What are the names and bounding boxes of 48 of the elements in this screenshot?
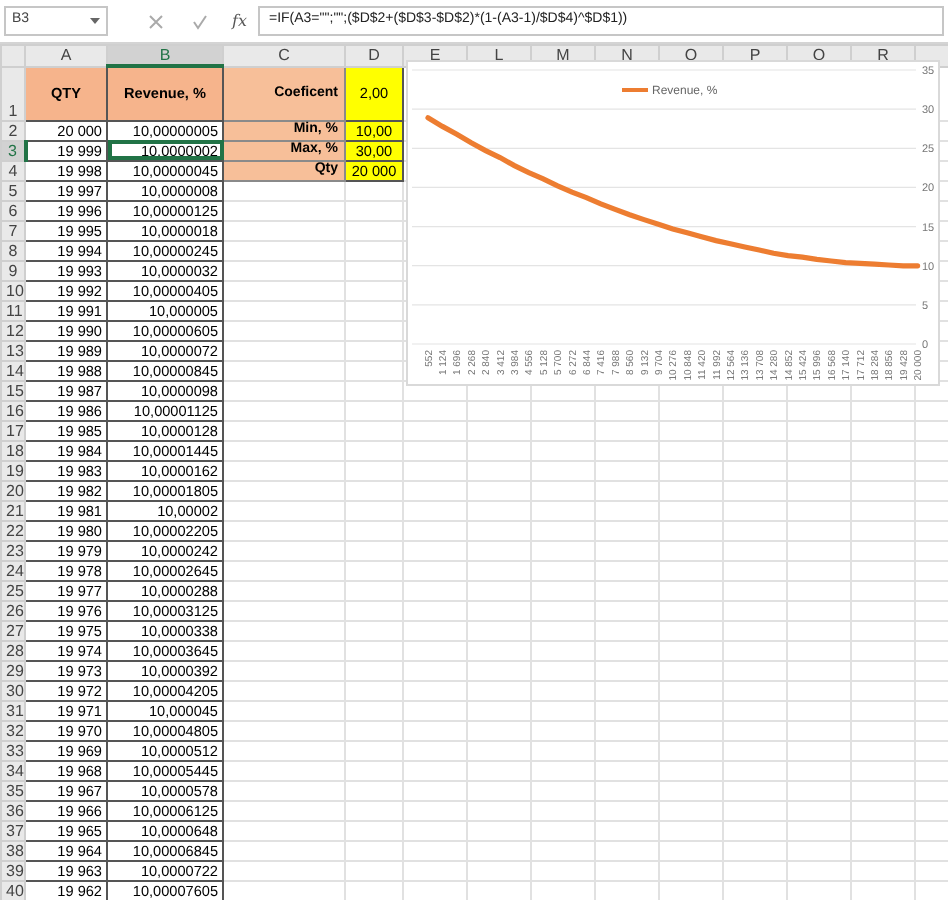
row-number[interactable]: 3 — [1, 140, 25, 160]
row-number[interactable]: 34 — [1, 760, 25, 780]
row-number[interactable]: 9 — [1, 260, 25, 280]
cancel-icon[interactable] — [148, 13, 164, 29]
row-number[interactable]: 17 — [1, 420, 25, 440]
row-number[interactable]: 35 — [1, 780, 25, 800]
row-number[interactable]: 1 — [1, 66, 25, 120]
row-number[interactable]: 11 — [1, 300, 25, 320]
row-number[interactable]: 31 — [1, 700, 25, 720]
row-number[interactable]: 4 — [1, 160, 25, 180]
row-number[interactable]: 39 — [1, 860, 25, 880]
row-number[interactable]: 38 — [1, 840, 25, 860]
row-number[interactable]: 23 — [1, 540, 25, 560]
row-number[interactable]: 32 — [1, 720, 25, 740]
row-number[interactable]: 13 — [1, 340, 25, 360]
row-number[interactable]: 18 — [1, 440, 25, 460]
row-number[interactable]: 29 — [1, 660, 25, 680]
row-number[interactable]: 19 — [1, 460, 25, 480]
enter-icon[interactable] — [192, 13, 208, 29]
row-number[interactable]: 20 — [1, 480, 25, 500]
row-number[interactable]: 33 — [1, 740, 25, 760]
row-number[interactable]: 40 — [1, 880, 25, 900]
row-number[interactable]: 21 — [1, 500, 25, 520]
row-number[interactable]: 28 — [1, 640, 25, 660]
row-number[interactable]: 6 — [1, 200, 25, 220]
row-number[interactable]: 22 — [1, 520, 25, 540]
row-number[interactable]: 30 — [1, 680, 25, 700]
row-number[interactable]: 8 — [1, 240, 25, 260]
dropdown-icon — [90, 18, 100, 24]
row-number[interactable]: 2 — [1, 120, 25, 140]
column-header[interactable]: D — [345, 45, 403, 66]
row-number[interactable]: 37 — [1, 820, 25, 840]
column-header[interactable]: A — [25, 45, 107, 66]
row-number[interactable]: 24 — [1, 560, 25, 580]
row-number[interactable]: 15 — [1, 380, 25, 400]
column-header[interactable]: B — [107, 45, 223, 66]
row-number[interactable]: 26 — [1, 600, 25, 620]
row-number[interactable]: 10 — [1, 280, 25, 300]
row-number[interactable]: 12 — [1, 320, 25, 340]
row-number[interactable]: 14 — [1, 360, 25, 380]
row-number[interactable]: 16 — [1, 400, 25, 420]
row-number[interactable]: 5 — [1, 180, 25, 200]
row-number[interactable]: 27 — [1, 620, 25, 640]
insert-function-button[interactable]: fx — [232, 9, 247, 33]
column-header[interactable]: C — [223, 45, 345, 66]
row-number[interactable]: 36 — [1, 800, 25, 820]
row-number[interactable]: 25 — [1, 580, 25, 600]
row-number[interactable]: 7 — [1, 220, 25, 240]
